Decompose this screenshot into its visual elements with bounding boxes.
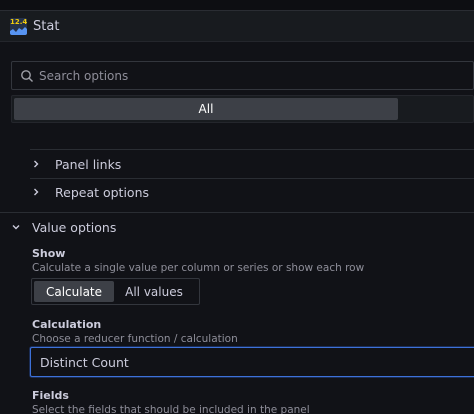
viz-name: Stat: [33, 18, 60, 34]
section-repeat-options[interactable]: Repeat options: [30, 178, 474, 206]
options-filter-bar: All: [11, 95, 474, 123]
section-label: Panel links: [55, 156, 122, 172]
search-input[interactable]: [39, 68, 459, 83]
show-description: Calculate a single value per column or s…: [32, 262, 365, 274]
section-label: Value options: [32, 219, 117, 235]
calculation-select[interactable]: Distinct Count: [30, 347, 474, 377]
viz-picker-header[interactable]: 12.4 Stat: [0, 10, 474, 42]
search-options-field[interactable]: [11, 61, 474, 90]
calculation-value: Distinct Count: [40, 354, 129, 370]
show-label: Show: [32, 247, 66, 260]
chevron-right-icon: [34, 160, 39, 168]
stat-viz-icon: 12.4: [10, 17, 27, 35]
fields-label: Fields: [32, 389, 69, 402]
calculation-description: Choose a reducer function / calculation: [32, 333, 238, 345]
panel-options-pane: 12.4 Stat All Panel links Repeat options: [0, 0, 474, 414]
section-panel-links[interactable]: Panel links: [30, 150, 474, 178]
show-option-calculate[interactable]: Calculate: [34, 281, 114, 302]
show-radio-group: Calculate All values: [31, 278, 200, 305]
section-label: Repeat options: [55, 184, 150, 200]
top-edge: [0, 0, 474, 10]
show-option-all-values[interactable]: All values: [114, 281, 194, 302]
filter-all-tab[interactable]: All: [14, 98, 398, 120]
calculation-label: Calculation: [32, 318, 102, 331]
search-icon: [21, 69, 33, 82]
chevron-right-icon: [34, 188, 39, 196]
section-value-options[interactable]: Value options: [10, 213, 474, 241]
fields-description: Select the fields that should be include…: [32, 404, 310, 414]
chevron-down-icon: [12, 225, 20, 230]
stat-viz-icon-text: 12.4: [10, 17, 27, 26]
